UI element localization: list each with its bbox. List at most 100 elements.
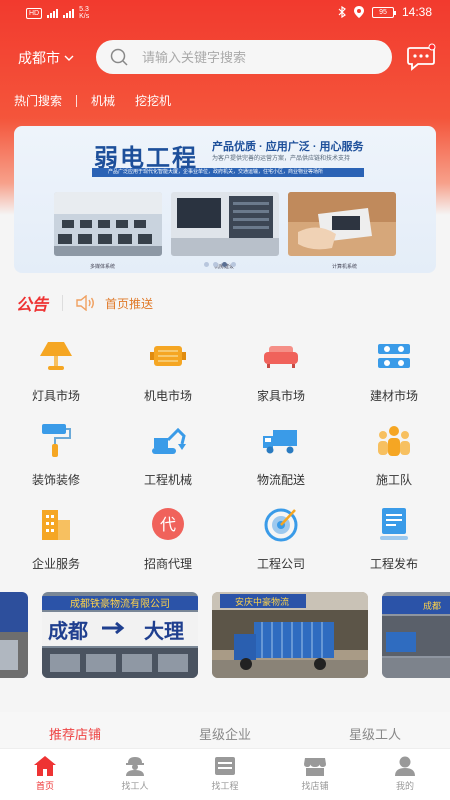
shop-sign: 成都铁豪物流有限公司 (70, 597, 170, 610)
category-label: 工程发布 (369, 557, 418, 571)
network-speed-unit: K/s (79, 13, 90, 20)
shop-card[interactable] (0, 592, 28, 678)
team-icon (378, 426, 410, 456)
motor-icon (150, 346, 186, 366)
banner-photo-pos-terminal (288, 192, 396, 256)
shop-card[interactable]: 安庆中豪物流 (212, 592, 368, 678)
banner-strip: 产品广泛应用于现代化智能大厦，企事业单位，政府机关，交通运输，住宅小区，商业物业… (92, 168, 364, 177)
category-enterprise-services[interactable]: 企业服务 (0, 506, 112, 576)
category-label: 机电市场 (143, 389, 192, 403)
status-bar: HD 5.3 K/s 95 14:38 (0, 0, 450, 26)
category-label: 灯具市场 (31, 389, 80, 403)
shop-big-text: 大理 (144, 619, 184, 643)
nav-label: 首页 (35, 781, 54, 791)
agent-icon: 代 (152, 508, 184, 540)
hot-keyword[interactable]: 挖挖机 (135, 92, 171, 109)
paint-roller-icon (42, 424, 71, 457)
chat-icon (407, 43, 436, 71)
category-investment-agency[interactable]: 代 招商代理 (112, 506, 224, 576)
notice-text: 首页推送 (105, 296, 154, 311)
excavator-icon (152, 427, 186, 454)
category-furniture-market[interactable]: 家具市场 (225, 338, 337, 408)
category-label: 招商代理 (143, 557, 192, 571)
nav-profile[interactable]: 我的 (360, 749, 450, 800)
banner-caption: 多媒体系统 (90, 264, 116, 270)
banner-caption: 计算机系统 (332, 264, 358, 270)
message-button[interactable] (406, 42, 436, 72)
category-label: 工程公司 (256, 557, 305, 571)
shop-tabs: 推荐店铺 星级企业 星级工人 (0, 712, 450, 752)
search-input[interactable] (142, 49, 362, 65)
shop-sign: 成都 (423, 600, 441, 612)
clock: 14:38 (401, 5, 432, 19)
shop-card[interactable]: 成都铁豪物流有限公司 成都 大理 (42, 592, 198, 678)
city-label: 成都市 (18, 50, 60, 66)
nav-find-projects[interactable]: 找工程 (180, 749, 270, 800)
lamp-icon (40, 342, 72, 370)
bricks-icon (378, 344, 410, 368)
category-engineering-company[interactable]: 工程公司 (225, 506, 337, 576)
target-icon (264, 508, 298, 542)
search-bar[interactable] (96, 40, 392, 74)
shop-card[interactable]: 成都 (382, 592, 450, 678)
location-icon (353, 6, 364, 18)
banner-slogan: 产品优质 · 应用广泛 · 用心服务 (212, 141, 364, 153)
tab-star-enterprises[interactable]: 星级企业 (150, 712, 300, 752)
search-icon (110, 48, 128, 66)
category-label: 施工队 (375, 473, 412, 487)
category-construction-team[interactable]: 施工队 (338, 422, 450, 492)
nav-label: 找工人 (121, 781, 149, 791)
tab-star-workers[interactable]: 星级工人 (300, 712, 450, 752)
chevron-down-icon (64, 55, 74, 61)
divider (62, 295, 64, 311)
hot-search-label: 热门搜索 (14, 94, 63, 108)
shop-carousel[interactable]: 成都铁豪物流有限公司 成都 大理 安庆中豪物流 成都 (0, 592, 450, 682)
top-bar: 成都市 (0, 40, 450, 74)
speaker-icon (76, 295, 94, 311)
category-project-publishing[interactable]: 工程发布 (338, 506, 450, 576)
shop-big-text: 成都 (48, 619, 88, 643)
hot-search-row: 热门搜索 机械 挖挖机 (14, 92, 191, 109)
sofa-icon (264, 346, 298, 368)
category-decoration[interactable]: 装饰装修 (0, 422, 112, 492)
carousel-indicator (204, 262, 236, 267)
sim-badge: HD (26, 7, 43, 19)
notice-tag: 公告 (16, 297, 49, 314)
category-label: 家具市场 (256, 389, 305, 403)
category-label: 企业服务 (31, 557, 80, 571)
shop-icon (304, 758, 326, 776)
nav-label: 找店铺 (301, 781, 329, 791)
shop-sign: 安庆中豪物流 (235, 596, 289, 608)
hot-keyword[interactable]: 机械 (91, 92, 115, 109)
svg-text:代: 代 (160, 515, 176, 534)
category-label: 建材市场 (369, 389, 418, 403)
banner-subtitle: 为客户提供完善的运营方案，产品供应链和技术支持 (212, 156, 351, 162)
promo-banner[interactable]: 弱电工程 产品优质 · 应用广泛 · 用心服务 为客户提供完善的运营方案，产品供… (14, 126, 436, 273)
category-logistics[interactable]: 物流配送 (225, 422, 337, 492)
home-icon (34, 756, 56, 776)
divider (76, 94, 78, 107)
tab-recommended-shops[interactable]: 推荐店铺 (0, 712, 150, 752)
category-building-materials-market[interactable]: 建材市场 (338, 338, 450, 408)
city-selector[interactable]: 成都市 (18, 48, 74, 68)
nav-find-shops[interactable]: 找店铺 (270, 749, 360, 800)
category-engineering-machinery[interactable]: 工程机械 (112, 422, 224, 492)
project-icon (215, 757, 235, 775)
nav-label: 找工程 (211, 781, 239, 791)
signal-icon (47, 8, 59, 18)
profile-icon (395, 756, 415, 776)
nav-label: 我的 (395, 781, 414, 791)
nav-find-workers[interactable]: 找工人 (90, 749, 180, 800)
bluetooth-icon (338, 6, 346, 18)
bottom-nav: 首页 找工人 找工程 找店铺 我的 (0, 748, 450, 800)
banner-photo-server-room (171, 192, 279, 256)
category-lamp-market[interactable]: 灯具市场 (0, 338, 112, 408)
notice-bar[interactable]: 公告 首页推送 (16, 288, 436, 318)
category-label: 物流配送 (256, 473, 305, 487)
truck-icon (263, 430, 297, 454)
banner-photo-classroom (54, 192, 162, 256)
network-speed: 5.3 (79, 6, 89, 13)
category-label: 装饰装修 (31, 473, 80, 487)
category-electromechanical-market[interactable]: 机电市场 (112, 338, 224, 408)
nav-home[interactable]: 首页 (0, 749, 90, 800)
